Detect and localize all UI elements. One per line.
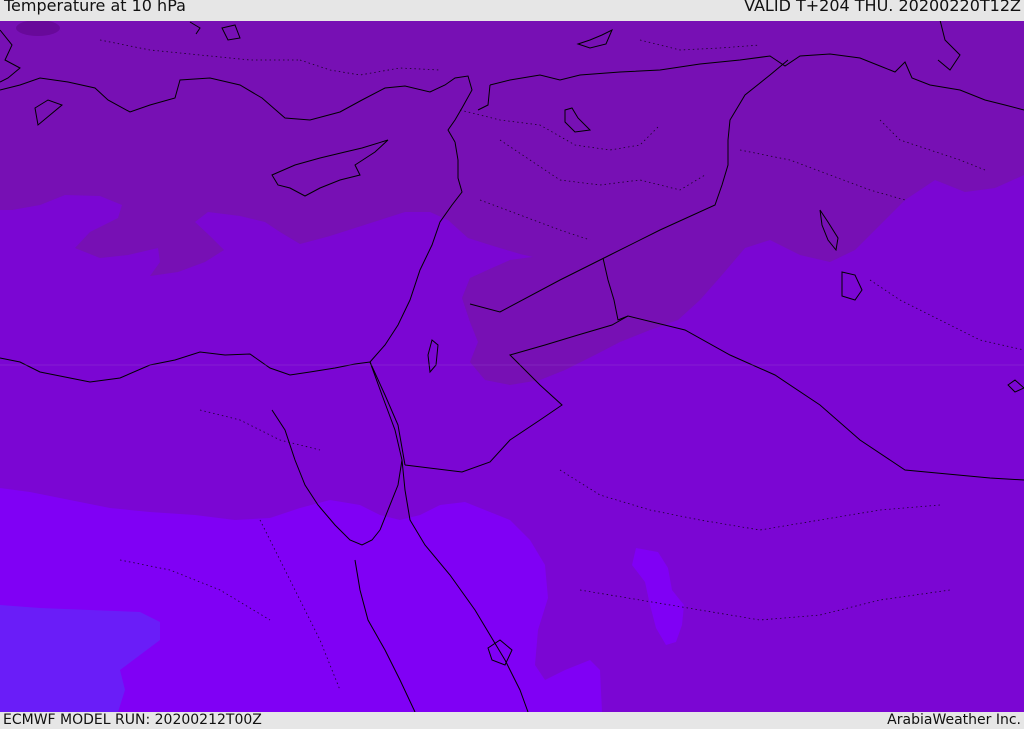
model-run: ECMWF MODEL RUN: 20200212T00Z xyxy=(3,712,262,728)
credit-text: ArabiaWeather Inc. xyxy=(887,712,1021,728)
map-canvas xyxy=(0,21,1024,712)
weather-map[interactable] xyxy=(0,21,1024,712)
header-bar: Temperature at 10 hPa VALID T+204 THU. 2… xyxy=(0,0,1024,22)
footer-bar: ECMWF MODEL RUN: 20200212T00Z ArabiaWeat… xyxy=(0,712,1024,729)
map-title: Temperature at 10 hPa xyxy=(4,0,186,15)
valid-time: VALID T+204 THU. 20200220T12Z xyxy=(744,0,1021,15)
